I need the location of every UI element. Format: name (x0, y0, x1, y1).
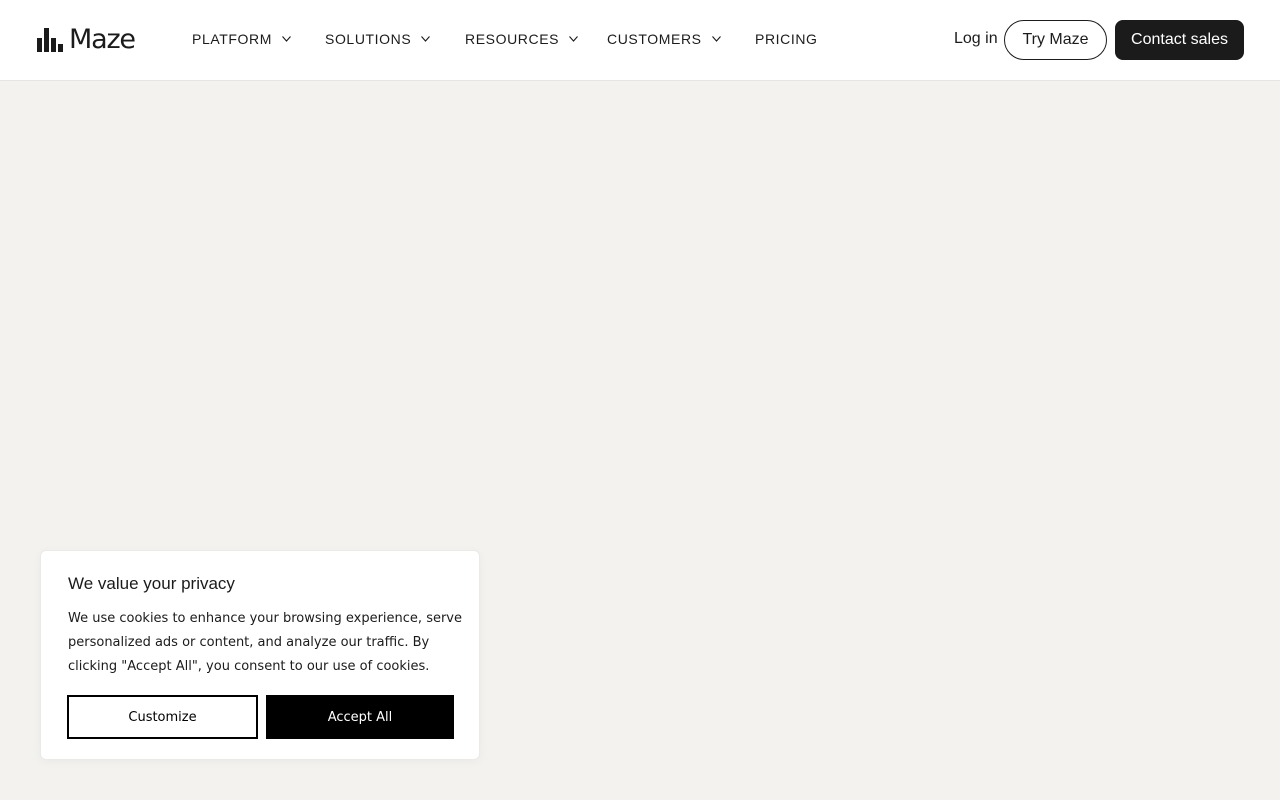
customize-button[interactable]: Customize (67, 695, 258, 739)
nav-item-label: SOLUTIONS (325, 31, 412, 47)
nav-item-resources[interactable]: RESOURCES (465, 30, 579, 48)
site-header: Maze PLATFORM SOLUTIONS RESOURCES CUSTOM… (0, 0, 1280, 81)
chevron-down-icon (569, 36, 579, 42)
nav-item-label: PRICING (755, 31, 818, 47)
nav-item-solutions[interactable]: SOLUTIONS (325, 30, 431, 48)
nav-item-customers[interactable]: CUSTOMERS (607, 30, 721, 48)
login-link[interactable]: Log in (954, 29, 998, 49)
nav-item-label: RESOURCES (465, 31, 560, 47)
nav-item-platform[interactable]: PLATFORM (192, 30, 291, 48)
accept-all-button[interactable]: Accept All (266, 695, 454, 739)
nav-item-label: PLATFORM (192, 31, 272, 47)
chevron-down-icon (282, 36, 291, 42)
try-maze-button[interactable]: Try Maze (1004, 20, 1107, 60)
contact-sales-button[interactable]: Contact sales (1115, 20, 1244, 60)
cookie-banner-text: We use cookies to enhance your browsing … (68, 611, 462, 674)
maze-logo-icon (37, 28, 63, 52)
maze-logo[interactable]: Maze (37, 24, 136, 55)
chevron-down-icon (711, 36, 721, 42)
chevron-down-icon (421, 36, 431, 42)
nav-item-label: CUSTOMERS (607, 31, 702, 47)
cookie-consent-banner: We value your privacy We use cookies to … (40, 550, 480, 760)
logo-wordmark: Maze (69, 24, 136, 55)
nav-item-pricing[interactable]: PRICING (755, 30, 818, 48)
cookie-banner-title: We value your privacy (68, 574, 235, 593)
